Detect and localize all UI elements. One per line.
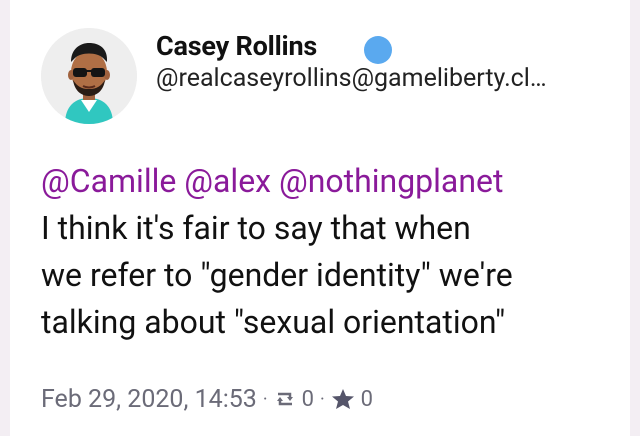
author-handle[interactable]: @realcaseyrollins@gameliberty.cl… (156, 64, 602, 93)
post-text-line: I think it's fair to say that when (41, 209, 471, 247)
repost-count: 0 (301, 386, 314, 412)
post-content: @Camille @alex @nothingplanet I think it… (41, 158, 621, 346)
meta-separator: · (262, 388, 268, 410)
mention-link[interactable]: @Camille (41, 162, 176, 200)
repeat-icon[interactable] (274, 390, 296, 408)
verified-badge-icon (364, 36, 392, 64)
post-timestamp[interactable]: Feb 29, 2020, 14:53 (41, 385, 257, 414)
star-icon[interactable] (331, 388, 355, 410)
favorite-count: 0 (360, 386, 374, 412)
author-name[interactable]: Casey Rollins (156, 30, 317, 62)
post-meta: Feb 29, 2020, 14:53 · 0 · 0 (41, 381, 373, 417)
status-card: Casey Rollins @realcaseyrollins@gamelibe… (10, 0, 630, 436)
mention-list: @Camille @alex @nothingplanet (41, 158, 621, 205)
post-text-line: we refer to "gender identity" we're (41, 256, 513, 294)
post-text-line: talking about "sexual orientation" (41, 303, 506, 341)
mention-link[interactable]: @alex (184, 162, 271, 200)
bitmoji-avatar-icon[interactable] (41, 28, 137, 124)
meta-separator: · (319, 388, 325, 410)
mention-link[interactable]: @nothingplanet (279, 162, 503, 200)
